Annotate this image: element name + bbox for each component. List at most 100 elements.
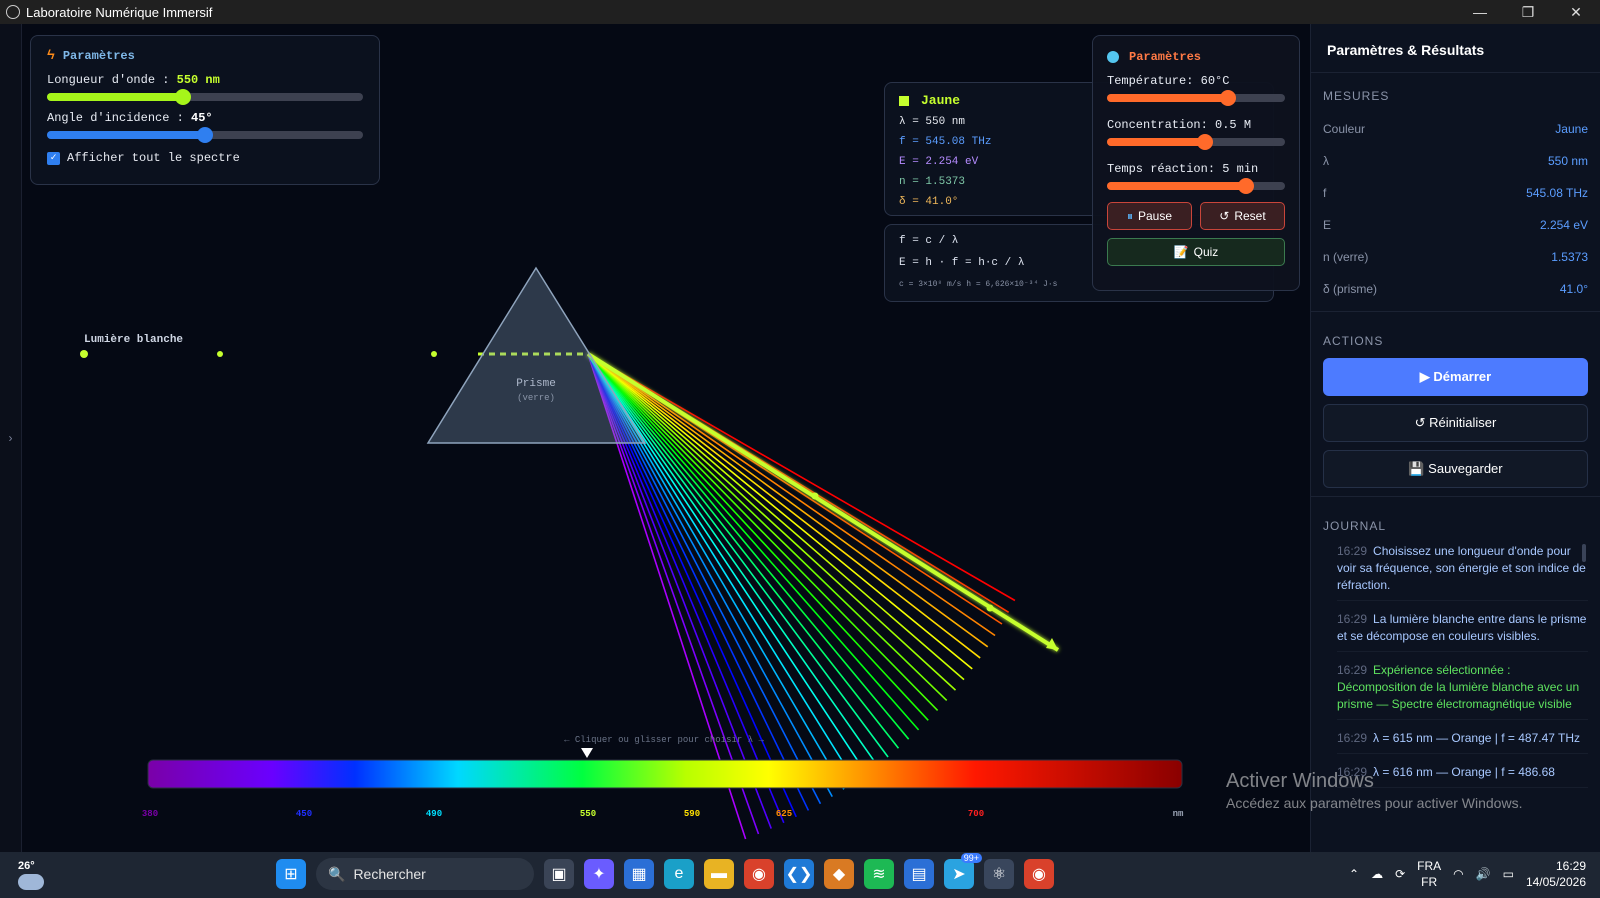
spectrum-ray	[587, 353, 973, 670]
measure-row: n (verre) 1.5373	[1311, 241, 1600, 273]
clock[interactable]: 16:29 14/05/2026	[1526, 858, 1586, 890]
spectrum-tick-label: 700	[968, 809, 984, 819]
quiz-icon: 📝	[1173, 245, 1189, 259]
params-title: Paramètres	[62, 48, 135, 63]
copilot-icon[interactable]: ✦	[584, 859, 614, 889]
spectrum-tick-label: 550	[580, 809, 596, 819]
battery-icon[interactable]: ▭	[1503, 867, 1514, 881]
journal-time: 16:29	[1337, 663, 1368, 677]
spectrum-tick-label: 490	[426, 809, 442, 819]
telegram-icon[interactable]: ➤ 99+	[944, 853, 982, 889]
git-icon[interactable]: ◆	[824, 859, 854, 889]
measure-row: δ (prisme) 41.0°	[1311, 273, 1600, 305]
title-bar: Laboratoire Numérique Immersif — ❐ ✕	[0, 0, 1600, 24]
spectrum-tick-label: 380	[142, 809, 158, 819]
results-sidebar: Paramètres & Résultats MESURES Couleur Ja…	[1310, 24, 1600, 852]
measure-label: δ (prisme)	[1323, 282, 1378, 296]
angle-slider[interactable]	[47, 127, 363, 143]
spotify-icon[interactable]: ≋	[864, 859, 894, 889]
controls-title: Paramètres	[1129, 50, 1202, 64]
spectrum-ray	[587, 353, 996, 637]
wifi-icon[interactable]: ◠	[1453, 867, 1463, 881]
prism-label: Prisme	[516, 378, 556, 390]
color-swatch	[899, 95, 909, 106]
sidebar-title: Paramètres & Résultats	[1311, 24, 1600, 73]
wavelength-slider[interactable]	[47, 89, 363, 105]
chrome-icon[interactable]: ◉	[744, 859, 774, 889]
start-button[interactable]: ▶ Démarrer	[1323, 358, 1588, 396]
measure-value: Jaune	[1555, 122, 1588, 136]
reaction-time-slider[interactable]	[1107, 178, 1285, 194]
vscode-icon[interactable]: ❮❯	[784, 859, 814, 889]
journal-entry: 16:29 λ = 615 nm — Orange | f = 487.47 TH…	[1337, 730, 1588, 754]
bolt-icon: ϟ	[47, 48, 55, 63]
journal-heading: JOURNAL	[1323, 519, 1387, 533]
app-icon	[6, 5, 20, 19]
save-button[interactable]: 💾 Sauvegarder	[1323, 450, 1588, 488]
weather-temperature: 26°	[18, 860, 35, 872]
measures-list: Couleur Jaune λ 550 nm f 545.08 THz E 2.254 eV n…	[1311, 113, 1600, 305]
start-menu-icon[interactable]: ⊞	[276, 859, 306, 889]
measure-label: f	[1323, 186, 1327, 200]
tray-chevron-icon[interactable]: ⌃	[1349, 867, 1359, 881]
wavelength-label: Longueur d'onde : 550 nm	[47, 73, 220, 87]
beam-dot-2	[217, 351, 223, 357]
measure-value: 1.5373	[1551, 250, 1588, 264]
pause-icon: ⏸	[1126, 208, 1133, 223]
journal-time: 16:29	[1337, 544, 1368, 558]
language-indicator[interactable]: FRA FR	[1417, 858, 1441, 890]
simulation-stage[interactable]: › Lumière blanche Prisme (verre) ← Cliqu…	[0, 24, 1310, 852]
reset-button[interactable]: ↺ Reset	[1200, 202, 1285, 230]
journal-time: 16:29	[1337, 731, 1368, 745]
spectrum-ray	[587, 353, 900, 749]
reinitialize-button[interactable]: ↺ Réinitialiser	[1323, 404, 1588, 442]
chrome-profile-icon[interactable]: ◉	[1024, 859, 1054, 889]
wavelength-value: 550 nm	[176, 73, 220, 87]
edge-icon[interactable]: e	[664, 859, 694, 889]
sync-icon[interactable]: ⟳	[1395, 867, 1405, 881]
spectrum-ray	[587, 353, 879, 766]
checkbox-icon[interactable]: ✓	[47, 151, 60, 165]
journal-scrollbar[interactable]	[1582, 544, 1586, 562]
notepad-icon[interactable]: ▤	[904, 859, 934, 889]
spectrum-ray	[587, 353, 989, 648]
volume-icon[interactable]: 🔊	[1476, 867, 1491, 881]
measure-label: E	[1323, 218, 1332, 232]
reset-icon: ↺	[1219, 209, 1230, 223]
minimize-button[interactable]: —	[1456, 0, 1504, 24]
spectrum-hint: ← Cliquer ou glisser pour choisir λ →	[564, 735, 764, 745]
onedrive-icon[interactable]: ☁	[1371, 867, 1383, 881]
measures-heading: MESURES	[1323, 89, 1390, 103]
measure-row: f 545.08 THz	[1311, 177, 1600, 209]
measure-label: n (verre)	[1323, 250, 1369, 264]
concentration-slider[interactable]	[1107, 134, 1285, 150]
journal-message: λ = 615 nm — Orange | f = 487.47 THz	[1373, 731, 1581, 745]
weather-widget[interactable]: 26°	[18, 860, 44, 890]
store-icon[interactable]: ▦	[624, 859, 654, 889]
measure-label: Couleur	[1323, 122, 1366, 136]
measure-value: 550 nm	[1547, 154, 1588, 168]
spectrum-tick-label: nm	[1173, 809, 1184, 819]
task-view-icon[interactable]: ▣	[544, 859, 574, 889]
taskbar-search[interactable]: 🔍 Rechercher	[316, 858, 534, 890]
cloud-icon	[18, 874, 44, 890]
spectrum-ray	[587, 353, 868, 775]
pause-button[interactable]: ⏸ Pause	[1107, 202, 1192, 230]
explorer-icon[interactable]: ▬	[704, 859, 734, 889]
quiz-button[interactable]: 📝 Quiz	[1107, 238, 1285, 266]
spectrum-ray	[587, 353, 948, 701]
spectrum-marker	[581, 748, 593, 758]
spectrum-tick-label: 590	[684, 809, 700, 819]
atom-app-icon[interactable]: ⚛	[984, 859, 1014, 889]
angle-label: Angle d'incidence : 45°	[47, 111, 213, 125]
close-button[interactable]: ✕	[1552, 0, 1600, 24]
maximize-button[interactable]: ❐	[1504, 0, 1552, 24]
show-spectrum-checkbox[interactable]: ✓ Afficher tout le spectre	[47, 151, 363, 165]
show-spectrum-label: Afficher tout le spectre	[67, 151, 240, 165]
ray-dot	[986, 604, 994, 612]
white-light-label: Lumière blanche	[84, 334, 183, 346]
temperature-slider[interactable]	[1107, 90, 1285, 106]
concentration-label: Concentration: 0.5 M	[1107, 118, 1252, 132]
measure-value: 2.254 eV	[1539, 218, 1588, 232]
notification-badge: 99+	[960, 853, 982, 863]
